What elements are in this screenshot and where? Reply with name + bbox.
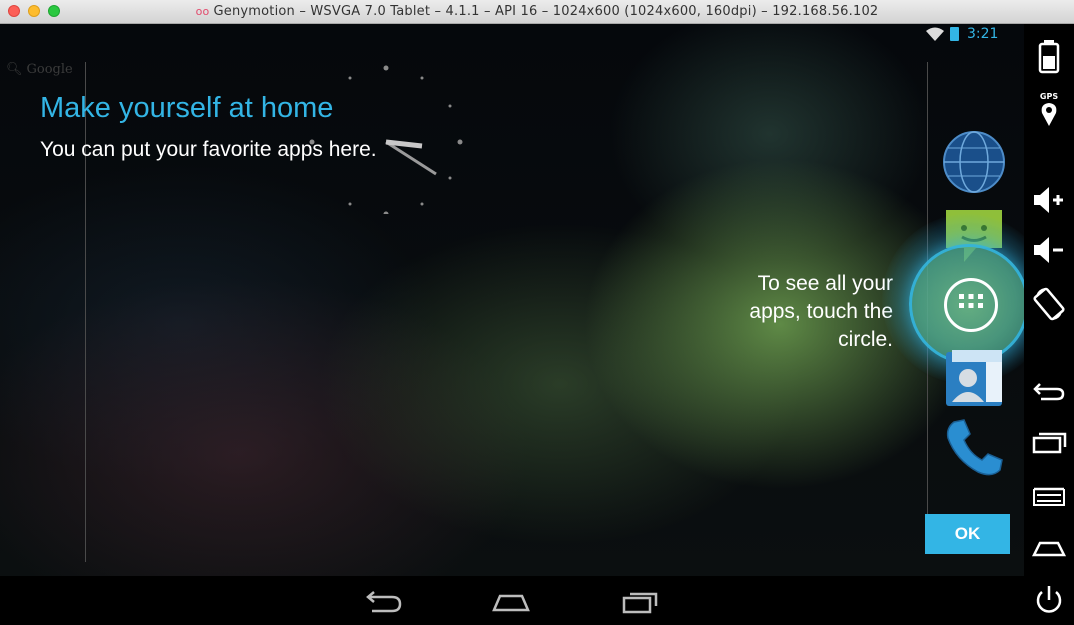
gps-icon bbox=[1041, 103, 1057, 126]
ok-button[interactable]: OK bbox=[925, 514, 1010, 554]
menu-icon[interactable] bbox=[1031, 476, 1067, 512]
window-titlebar: oo Genymotion – WSVGA 7.0 Tablet – 4.1.1 … bbox=[0, 0, 1074, 24]
recent-apps-icon[interactable] bbox=[1031, 424, 1067, 460]
workspace-left-edge bbox=[85, 62, 86, 562]
all-apps-hint: To see all your apps, touch the circle. bbox=[749, 272, 893, 351]
battery-icon[interactable] bbox=[1031, 38, 1067, 74]
browser-icon[interactable] bbox=[942, 130, 1006, 194]
phone-icon[interactable] bbox=[942, 416, 1006, 480]
back-icon[interactable] bbox=[360, 584, 410, 618]
wifi-icon bbox=[926, 27, 944, 41]
home-icon[interactable] bbox=[486, 584, 536, 618]
recent-apps-icon[interactable] bbox=[616, 584, 666, 618]
google-search-bar[interactable]: 🔍︎ Google bbox=[6, 62, 73, 77]
cling-description: You can put your favorite apps here. bbox=[40, 138, 377, 161]
cling-title: Make yourself at home bbox=[40, 92, 334, 124]
power-icon[interactable] bbox=[1031, 582, 1067, 618]
rotate-icon[interactable] bbox=[1031, 286, 1067, 322]
window-title: oo Genymotion – WSVGA 7.0 Tablet – 4.1.1 … bbox=[0, 4, 1074, 19]
back-icon[interactable] bbox=[1031, 372, 1067, 408]
navigation-bar bbox=[0, 576, 1024, 625]
search-icon: 🔍︎ bbox=[6, 62, 23, 77]
genymotion-logo-icon: oo bbox=[195, 5, 210, 18]
battery-charging-icon bbox=[950, 27, 959, 41]
grid-icon bbox=[959, 294, 983, 308]
analog-clock-widget bbox=[309, 65, 463, 214]
home-icon[interactable] bbox=[1031, 529, 1067, 565]
genymotion-side-panel: GPS bbox=[1024, 24, 1074, 625]
volume-up-icon[interactable] bbox=[1031, 182, 1067, 218]
google-search-label: Google bbox=[26, 62, 73, 77]
contacts-icon[interactable] bbox=[942, 346, 1006, 410]
window-title-text: Genymotion – WSVGA 7.0 Tablet – 4.1.1 – … bbox=[213, 4, 879, 19]
gps-button[interactable]: GPS bbox=[1031, 92, 1067, 128]
status-bar: 3:21 bbox=[904, 24, 1024, 46]
all-apps-icon[interactable] bbox=[944, 278, 998, 332]
status-time: 3:21 bbox=[967, 26, 999, 42]
volume-down-icon[interactable] bbox=[1031, 232, 1067, 268]
android-screen: 3:21 🔍︎ Google Make yourself at home You … bbox=[0, 24, 1024, 576]
